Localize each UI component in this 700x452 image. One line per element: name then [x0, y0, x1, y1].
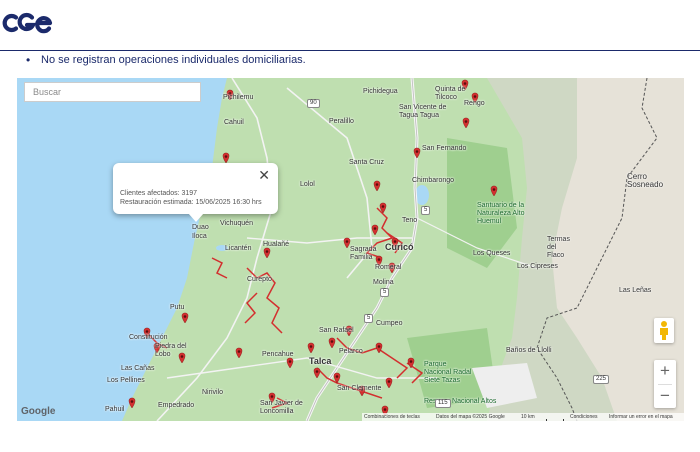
place-label: Termas del Flaco	[547, 236, 570, 259]
place-label: Vichuquén	[220, 220, 253, 227]
place-label: Chimbarongo	[412, 177, 455, 184]
map-marker-icon[interactable]	[462, 117, 470, 129]
map-marker-icon[interactable]	[313, 367, 321, 379]
terms-link[interactable]: Condiciones	[570, 414, 598, 420]
place-label: Los Queses	[473, 250, 511, 257]
place-label: Duao	[192, 224, 209, 231]
place-label: Romeral	[375, 264, 402, 271]
place-label: Cerro Sosneado	[627, 172, 664, 189]
street-view-pegman-button[interactable]	[654, 318, 674, 343]
pegman-icon	[660, 321, 668, 340]
place-label: Talca	[309, 356, 332, 366]
bullet-icon: •	[26, 53, 31, 67]
map-marker-icon[interactable]	[181, 312, 189, 324]
map-search-input[interactable]	[24, 82, 201, 102]
place-label: Rengo	[464, 100, 485, 107]
map-attribution-bar: Combinaciones de teclas Datos del mapa ©…	[362, 413, 684, 421]
place-label: San Vicente de Tagua Tagua	[399, 104, 447, 119]
zoom-in-button[interactable]: +	[654, 360, 676, 382]
zoom-controls: + −	[654, 360, 676, 408]
map-marker-icon[interactable]	[222, 152, 230, 164]
place-label: Las Cañas	[121, 365, 155, 372]
place-label: Piedra del Lobo	[155, 343, 187, 358]
place-label: Teno	[402, 217, 418, 224]
place-label: Iloca	[192, 233, 207, 240]
place-label: Sagrada Familia	[350, 246, 377, 261]
notice-text: No se registran operaciones individuales…	[41, 54, 306, 66]
road-shield: 225	[593, 375, 610, 384]
place-label: Pichidegua	[363, 88, 398, 95]
affected-clients-text: Clientes afectados: 3197	[120, 190, 198, 197]
place-label: Los Cipreses	[517, 263, 558, 270]
cge-logo[interactable]	[2, 11, 54, 35]
road-shield: 5	[421, 206, 431, 215]
place-label: Nirivilo	[202, 389, 223, 396]
map-marker-icon[interactable]	[385, 377, 393, 389]
map-marker-icon[interactable]	[235, 347, 243, 359]
road-shield: 5	[364, 314, 374, 323]
place-label: Cahuil	[224, 119, 244, 126]
map-marker-icon[interactable]	[307, 342, 315, 354]
map-marker-icon[interactable]	[413, 147, 421, 159]
place-label: Cumpeo	[376, 320, 403, 327]
map-marker-icon[interactable]	[407, 357, 415, 369]
scale-label[interactable]: 10 km	[521, 414, 535, 420]
outage-info-window: ✕ Clientes afectados: 3197 Restauración …	[113, 163, 278, 222]
place-label: Lolol	[300, 181, 315, 188]
map-marker-icon[interactable]	[286, 357, 294, 369]
estimated-restoration-text: Restauración estimada: 15/06/2025 16:30 …	[120, 199, 262, 206]
place-label: Curicó	[385, 242, 414, 252]
site-header	[0, 0, 700, 51]
place-label: Baños de Llolli	[506, 347, 552, 354]
google-logo[interactable]: Google	[21, 406, 55, 417]
close-icon[interactable]: ✕	[258, 168, 270, 182]
place-label: Hualañé	[263, 241, 290, 248]
place-label: Los Pellines	[107, 377, 145, 384]
place-label: San Rafael	[319, 327, 354, 334]
place-label: Curepto	[247, 276, 272, 283]
place-label: Pahuil	[105, 406, 125, 413]
road-shield: 90	[307, 99, 320, 108]
zoom-out-button[interactable]: −	[654, 385, 676, 407]
place-label: Pichilemu	[223, 94, 254, 101]
place-label: Molina	[373, 279, 394, 286]
map-data-text: Datos del mapa ©2025 Google	[436, 414, 505, 420]
place-label: Constitución	[129, 334, 168, 341]
place-label: Santa Cruz	[349, 159, 385, 166]
report-error-link[interactable]: Informar un error en el mapa	[609, 414, 673, 420]
map-marker-icon[interactable]	[333, 372, 341, 384]
place-label: Pencahue	[262, 351, 294, 358]
place-label: San Fernando	[422, 145, 467, 152]
place-label: Santuario de la Naturaleza Alto Huemul	[477, 202, 525, 225]
map-marker-icon[interactable]	[379, 202, 387, 214]
map-marker-icon[interactable]	[328, 337, 336, 349]
map-marker-icon[interactable]	[371, 224, 379, 236]
place-label: Pelarco	[339, 348, 363, 355]
map-marker-icon[interactable]	[490, 185, 498, 197]
outage-map[interactable]: Pichilemu Cahuil Pichidegua Quinta de Ti…	[17, 78, 684, 421]
place-label: San Javier de Loncomilla	[260, 400, 303, 415]
keyboard-shortcuts-link[interactable]: Combinaciones de teclas	[364, 414, 420, 420]
place-label: Peralillo	[329, 118, 354, 125]
place-label: Putu	[170, 304, 185, 311]
scale-bar	[546, 419, 564, 421]
place-label: San Clemente	[337, 385, 382, 392]
map-marker-icon[interactable]	[128, 397, 136, 409]
place-label: Las Leñas	[619, 287, 652, 294]
map-marker-icon[interactable]	[263, 247, 271, 259]
map-marker-icon[interactable]	[375, 342, 383, 354]
place-label: Licantén	[225, 245, 252, 252]
road-shield: 115	[435, 399, 451, 408]
road-shield: 5	[380, 288, 390, 297]
place-label: Parque Nacional Radal Siete Tazas	[424, 361, 472, 384]
map-marker-icon[interactable]	[373, 180, 381, 192]
place-label: Empedrado	[158, 402, 195, 409]
